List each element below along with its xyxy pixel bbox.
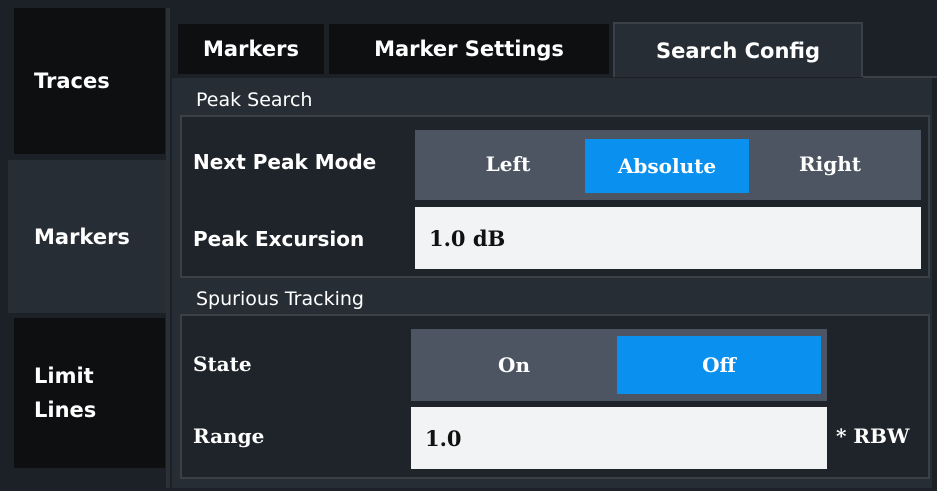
state-on-button[interactable]: On — [411, 329, 617, 401]
tab-markers[interactable]: Markers — [178, 24, 324, 74]
state-label: State — [193, 352, 252, 376]
next-peak-mode-label: Next Peak Mode — [193, 150, 377, 174]
side-nav-traces-label: Traces — [34, 69, 110, 93]
state-off-button[interactable]: Off — [617, 336, 821, 394]
next-peak-mode-right-button[interactable]: Right — [775, 144, 885, 184]
side-nav-separator — [166, 8, 170, 488]
range-label: Range — [193, 424, 265, 448]
tab-marker-settings-label: Marker Settings — [374, 37, 564, 61]
tab-markers-label: Markers — [203, 37, 299, 61]
next-peak-mode-absolute-button[interactable]: Absolute — [585, 139, 749, 193]
side-nav-markers[interactable]: Markers — [8, 160, 168, 313]
next-peak-mode-left-button[interactable]: Left — [463, 144, 553, 184]
side-nav-traces[interactable]: Traces — [14, 8, 165, 154]
tab-baseline — [863, 76, 937, 78]
range-unit-label: * RBW — [836, 424, 910, 448]
side-nav-limit-lines-label: Limit Lines — [34, 364, 97, 422]
range-input[interactable]: 1.0 — [411, 407, 827, 469]
tab-search-config-label: Search Config — [656, 38, 820, 63]
peak-excursion-label: Peak Excursion — [193, 227, 365, 251]
peak-excursion-input[interactable]: 1.0 dB — [415, 207, 921, 269]
tab-search-config[interactable]: Search Config — [613, 22, 863, 77]
tab-marker-settings[interactable]: Marker Settings — [329, 24, 609, 74]
side-nav-limit-lines[interactable]: Limit Lines — [14, 318, 165, 468]
peak-search-heading: Peak Search — [196, 89, 313, 111]
next-peak-mode-selector: Left Absolute Right — [415, 130, 921, 200]
state-selector: On Off — [411, 329, 827, 401]
side-nav-markers-label: Markers — [34, 224, 130, 249]
spurious-tracking-heading: Spurious Tracking — [196, 288, 364, 310]
